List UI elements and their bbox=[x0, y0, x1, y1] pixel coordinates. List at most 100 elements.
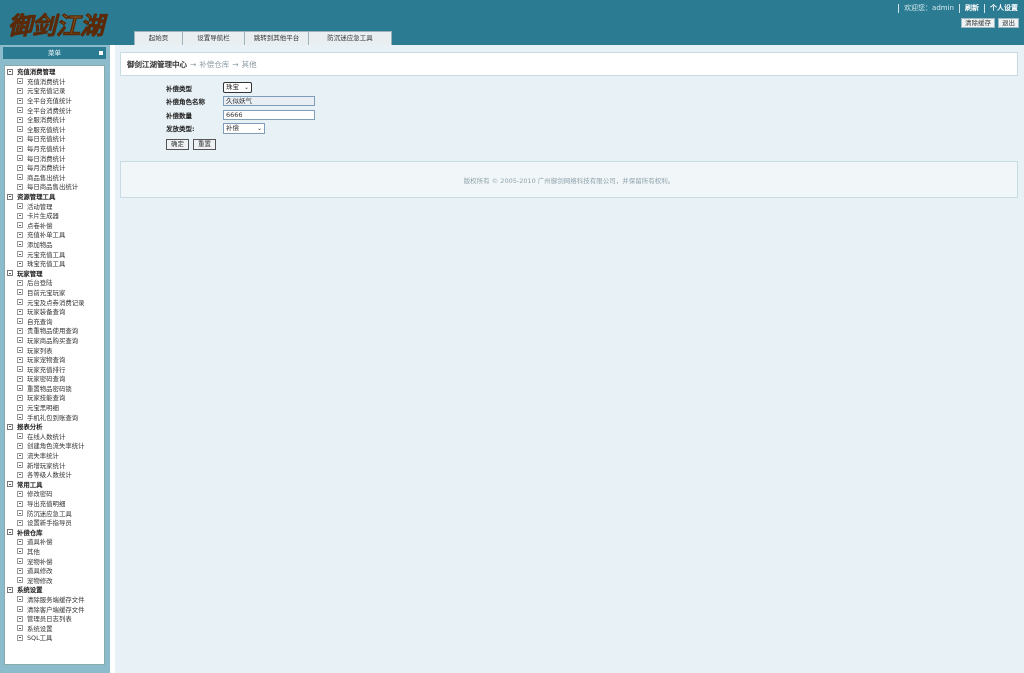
collapse-box-icon[interactable] bbox=[7, 529, 13, 536]
collapse-box-icon[interactable] bbox=[7, 68, 13, 75]
menu-item[interactable]: 道具补偿 bbox=[5, 537, 104, 547]
menu-item[interactable]: 玩家技能查询 bbox=[5, 393, 104, 403]
menu-category[interactable]: 玩家管理 bbox=[5, 268, 104, 278]
menu-item[interactable]: 玩家列表 bbox=[5, 345, 104, 355]
menu-item[interactable]: 添加物品 bbox=[5, 240, 104, 250]
menu-item[interactable]: 全平台充值统计 bbox=[5, 96, 104, 106]
menu-item[interactable]: 清除服务端缓存文件 bbox=[5, 595, 104, 605]
tab-start-page[interactable]: 起始页 bbox=[134, 31, 182, 45]
menu-item[interactable]: 流失率统计 bbox=[5, 451, 104, 461]
send-type-select[interactable]: 补偿 ⌄ bbox=[223, 122, 265, 134]
menu-category[interactable]: 资源管理工具 bbox=[5, 192, 104, 202]
reset-button[interactable]: 重置 bbox=[193, 139, 216, 150]
menu-item[interactable]: 玩家装备查询 bbox=[5, 307, 104, 317]
tab-nav-settings[interactable]: 设置导航栏 bbox=[182, 31, 244, 45]
menu-item[interactable]: 后台登陆 bbox=[5, 278, 104, 288]
menu-item[interactable]: 全平台消费统计 bbox=[5, 105, 104, 115]
item-box-icon bbox=[17, 490, 23, 497]
menu-item[interactable]: 其他 bbox=[5, 547, 104, 557]
menu-category[interactable]: 补偿仓库 bbox=[5, 528, 104, 538]
collapse-box-icon[interactable] bbox=[7, 193, 13, 200]
menu-item[interactable]: 元宝充值记录 bbox=[5, 86, 104, 96]
menu-item-label: 每月充值统计 bbox=[27, 145, 66, 154]
menu-item[interactable]: 新增玩家统计 bbox=[5, 460, 104, 470]
menu-item[interactable]: 自充查询 bbox=[5, 316, 104, 326]
menu-item[interactable]: 每日消费统计 bbox=[5, 153, 104, 163]
menu-item[interactable]: 重置物品密码锁 bbox=[5, 384, 104, 394]
refresh-link[interactable]: 刷新 bbox=[965, 3, 979, 13]
menu-item[interactable]: 宠物补偿 bbox=[5, 556, 104, 566]
menu-item[interactable]: 修改密码 bbox=[5, 489, 104, 499]
menu-category[interactable]: 报表分析 bbox=[5, 422, 104, 432]
item-box-icon bbox=[17, 404, 23, 411]
menu-item[interactable]: 贵重物品使用查询 bbox=[5, 326, 104, 336]
menu-item[interactable]: 元宝黑明细 bbox=[5, 403, 104, 413]
menu-item[interactable]: 充值消费统计 bbox=[5, 77, 104, 87]
menu-item[interactable]: 全服充值统计 bbox=[5, 125, 104, 135]
item-box-icon bbox=[17, 78, 23, 85]
menu-item[interactable]: 卡片生成器 bbox=[5, 211, 104, 221]
confirm-button[interactable]: 确定 bbox=[166, 139, 189, 150]
menu-category[interactable]: 充值消费管理 bbox=[5, 67, 104, 77]
menu-item[interactable]: 设置新手指导员 bbox=[5, 518, 104, 528]
menu-category[interactable]: 系统设置 bbox=[5, 585, 104, 595]
tab-anti-addiction[interactable]: 防沉迷应急工具 bbox=[308, 31, 392, 45]
menu-item[interactable]: 各等级人数统计 bbox=[5, 470, 104, 480]
menu-item[interactable]: 每日充值统计 bbox=[5, 134, 104, 144]
menu-item[interactable]: 导出充值明细 bbox=[5, 499, 104, 509]
menu-category-label: 补偿仓库 bbox=[17, 528, 43, 537]
menu-item[interactable]: 防沉迷应急工具 bbox=[5, 508, 104, 518]
game-logo: 御剑江湖 bbox=[6, 6, 114, 42]
personal-settings-link[interactable]: 个人设置 bbox=[990, 3, 1018, 13]
menu-item[interactable]: 活动管理 bbox=[5, 201, 104, 211]
menu-item[interactable]: 目前元宝玩家 bbox=[5, 288, 104, 298]
menu-item[interactable]: 充值补单工具 bbox=[5, 230, 104, 240]
menu-item[interactable]: 玩家充值排行 bbox=[5, 364, 104, 374]
role-name-input[interactable]: 久似妖气 bbox=[223, 96, 315, 107]
top-links: 欢迎您：admin 刷新 个人设置 bbox=[893, 3, 1018, 13]
menu-item[interactable]: 珠宝充值工具 bbox=[5, 259, 104, 269]
menu-item[interactable]: 元宝及点券消费记录 bbox=[5, 297, 104, 307]
menu-item[interactable]: 每月消费统计 bbox=[5, 163, 104, 173]
menu-item-label: 全服充值统计 bbox=[27, 125, 66, 134]
menu-item[interactable]: 商品售出统计 bbox=[5, 173, 104, 183]
item-box-icon bbox=[17, 183, 23, 190]
logout-button[interactable]: 退出 bbox=[998, 18, 1019, 28]
item-box-icon bbox=[17, 347, 23, 354]
menu-item[interactable]: SQL工具 bbox=[5, 633, 104, 643]
menu-category[interactable]: 常用工具 bbox=[5, 480, 104, 490]
menu-item[interactable]: 管理员日志列表 bbox=[5, 614, 104, 624]
item-box-icon bbox=[17, 558, 23, 565]
collapse-box-icon[interactable] bbox=[7, 481, 13, 488]
gift-type-select[interactable]: 珠宝 ⌄ bbox=[223, 82, 252, 94]
menu-item[interactable]: 每日商品售出统计 bbox=[5, 182, 104, 192]
tab-jump-platform[interactable]: 跳转到其他平台 bbox=[244, 31, 308, 45]
item-box-icon bbox=[17, 174, 23, 181]
menu-item[interactable]: 元宝充值工具 bbox=[5, 249, 104, 259]
item-box-icon bbox=[17, 394, 23, 401]
collapse-box-icon[interactable] bbox=[7, 270, 13, 277]
collapse-box-icon[interactable] bbox=[7, 586, 13, 593]
item-box-icon bbox=[17, 452, 23, 459]
menu-item[interactable]: 玩家商品购买查询 bbox=[5, 336, 104, 346]
menu-item[interactable]: 创建角色流失率统计 bbox=[5, 441, 104, 451]
collapse-icon[interactable] bbox=[98, 50, 104, 56]
item-box-icon bbox=[17, 433, 23, 440]
menu-item[interactable]: 全服消费统计 bbox=[5, 115, 104, 125]
menu-item[interactable]: 手机礼包到账查询 bbox=[5, 412, 104, 422]
clear-cache-button[interactable]: 清除缓存 bbox=[961, 18, 995, 28]
nav-tabs: 起始页 设置导航栏 跳转到其他平台 防沉迷应急工具 bbox=[134, 31, 392, 45]
menu-item[interactable]: 每月充值统计 bbox=[5, 144, 104, 154]
collapse-box-icon[interactable] bbox=[7, 423, 13, 430]
menu-item[interactable]: 点卷补偿 bbox=[5, 221, 104, 231]
menu-item[interactable]: 宠物修改 bbox=[5, 575, 104, 585]
menu-item[interactable]: 系统设置 bbox=[5, 623, 104, 633]
breadcrumb-item[interactable]: 补偿仓库 bbox=[199, 59, 229, 70]
menu-item[interactable]: 清除客户端缓存文件 bbox=[5, 604, 104, 614]
chevron-down-icon: ⌄ bbox=[256, 124, 262, 132]
menu-item[interactable]: 玩家宠物查询 bbox=[5, 355, 104, 365]
menu-item[interactable]: 在线人数统计 bbox=[5, 432, 104, 442]
menu-item[interactable]: 道具修改 bbox=[5, 566, 104, 576]
quantity-input[interactable]: 6666 bbox=[223, 109, 315, 120]
menu-item[interactable]: 玩家密码查询 bbox=[5, 374, 104, 384]
